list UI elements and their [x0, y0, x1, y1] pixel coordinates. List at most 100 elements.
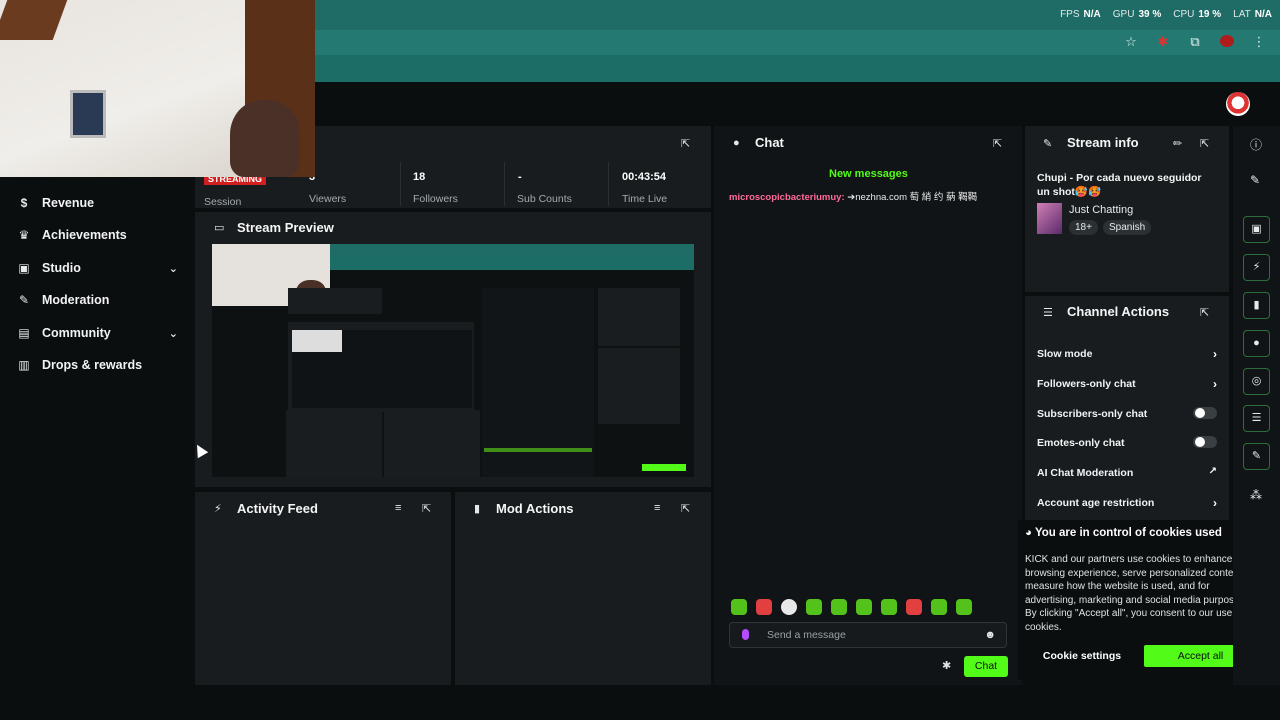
row-label: AI Chat Moderation — [1037, 467, 1134, 479]
community-icon: ▤ — [18, 326, 30, 340]
subs-value: - — [518, 171, 522, 183]
star-icon[interactable]: ☆ — [1124, 34, 1138, 50]
rail-mod-button[interactable]: ▮ — [1243, 292, 1270, 319]
shield-icon: ▮ — [474, 503, 481, 515]
popout-icon[interactable]: ⇱ — [1200, 306, 1209, 319]
webcam-overlay — [0, 0, 315, 177]
sidebar-item-label: Revenue — [42, 196, 95, 210]
followers-only-row[interactable]: Followers-only chat › — [1037, 377, 1217, 391]
emote-icon[interactable] — [956, 599, 972, 615]
emote-icon[interactable] — [856, 599, 872, 615]
tag-badge: Spanish — [1103, 220, 1152, 235]
sidebar-item-drops[interactable]: ▥ Drops & rewards — [18, 358, 178, 372]
creator-sidebar — [0, 177, 195, 687]
microphone-icon[interactable] — [742, 629, 749, 640]
popout-icon[interactable]: ⇱ — [422, 502, 431, 515]
subscribers-only-toggle[interactable] — [1193, 407, 1217, 419]
extension-red-icon[interactable]: ✱ — [1156, 34, 1170, 50]
sliders-icon: ☰ — [1043, 307, 1053, 319]
gear-icon[interactable]: ✱ — [942, 659, 951, 672]
chat-title: Chat — [755, 135, 784, 150]
emote-bar — [731, 599, 972, 615]
popout-icon[interactable]: ⇱ — [1200, 137, 1209, 150]
sidebar-item-moderation[interactable]: ✎ Moderation — [18, 293, 178, 307]
rail-broadcast-button[interactable]: ◎ — [1243, 368, 1270, 395]
shield-icon: ▮ — [1253, 299, 1260, 311]
rail-activity-button[interactable]: ⚡ — [1243, 254, 1270, 281]
rail-preview-button[interactable]: ▣ — [1243, 216, 1270, 243]
subs-label: Sub Counts — [517, 193, 572, 205]
filter-icon[interactable]: ≡ — [395, 502, 401, 514]
popout-icon[interactable]: ⇱ — [681, 137, 690, 150]
category-name: Just Chatting — [1069, 204, 1134, 216]
emotes-only-row: Emotes-only chat — [1037, 436, 1217, 449]
divider — [400, 162, 401, 206]
chat-message-input[interactable]: Send a message ☻ — [729, 622, 1007, 648]
sidebar-item-label: Drops & rewards — [42, 358, 143, 372]
chat-message: microscopicbacteriumuy: ➔nezhna.com 萄 綃 … — [729, 189, 1009, 203]
user-avatar[interactable] — [1226, 92, 1250, 116]
ai-moderation-row[interactable]: AI Chat Moderation ↗ — [1037, 466, 1217, 479]
rail-info-button[interactable]: ☰ — [1243, 405, 1270, 432]
popout-icon[interactable]: ⇱ — [681, 502, 690, 515]
emoji-icon[interactable]: ☻ — [984, 629, 996, 641]
divider — [608, 162, 609, 206]
popout-icon[interactable]: ⇱ — [993, 137, 1002, 150]
preview-icon: ▭ — [214, 222, 225, 234]
sidebar-item-studio[interactable]: ▣ Studio ⌄ — [18, 261, 178, 275]
sidebar-item-revenue[interactable]: $ Revenue — [18, 196, 178, 210]
info-icon[interactable]: ⓘ — [1250, 136, 1262, 153]
chat-bubble-icon: ● — [1253, 337, 1260, 349]
pencil-icon[interactable]: ✎ — [1250, 173, 1260, 187]
profile-icon[interactable] — [1220, 34, 1234, 50]
screen-icon: ▣ — [1251, 223, 1262, 235]
stream-preview-video[interactable] — [212, 244, 694, 477]
emotes-only-toggle[interactable] — [1193, 436, 1217, 448]
rail-chat-button[interactable]: ● — [1243, 330, 1270, 357]
new-messages-indicator[interactable]: New messages — [829, 168, 908, 180]
row-label: Slow mode — [1037, 348, 1093, 360]
external-link-icon: ↗ — [1208, 466, 1217, 477]
sidebar-item-community[interactable]: ▤ Community ⌄ — [18, 326, 178, 340]
performance-overlay: FPS N/A GPU 39 % CPU 19 % LAT N/A — [1060, 9, 1272, 20]
puzzle-icon[interactable]: ⧉ — [1188, 34, 1202, 50]
subscribers-only-row: Subscribers-only chat — [1037, 407, 1217, 420]
bottom-bar — [0, 687, 1280, 720]
cookie-settings-button[interactable]: Cookie settings — [1035, 646, 1129, 666]
chevron-down-icon: ⌄ — [168, 327, 178, 340]
emote-icon[interactable] — [931, 599, 947, 615]
chat-bubble-icon: ● — [733, 137, 740, 149]
slow-mode-row[interactable]: Slow mode › — [1037, 347, 1217, 361]
category-thumbnail — [1037, 203, 1062, 234]
emote-icon[interactable] — [906, 599, 922, 615]
lightning-icon: ⚡ — [1252, 261, 1261, 273]
emote-icon[interactable] — [831, 599, 847, 615]
emote-icon[interactable] — [756, 599, 772, 615]
time-live-label: Time Live — [622, 193, 668, 205]
row-label: Subscribers-only chat — [1037, 408, 1148, 420]
activity-feed-title: Activity Feed — [237, 501, 318, 516]
browser-toolbar-icons: ☆ ✱ ⧉ ⋮ — [1124, 34, 1266, 50]
session-label: Session — [204, 196, 242, 208]
emote-icon[interactable] — [731, 599, 747, 615]
emote-icon[interactable] — [881, 599, 897, 615]
sidebar-item-achievements[interactable]: ♛ Achievements — [18, 228, 178, 242]
filter-icon[interactable]: ≡ — [654, 502, 660, 514]
row-label: Followers-only chat — [1037, 378, 1136, 390]
chat-username[interactable]: microscopicbacteriumuy: — [729, 192, 845, 203]
more-icon[interactable]: ⁂ — [1250, 488, 1262, 502]
emote-icon[interactable] — [806, 599, 822, 615]
menu-dots-icon[interactable]: ⋮ — [1252, 34, 1266, 50]
emote-icon[interactable] — [781, 599, 797, 615]
edit-icon[interactable]: ✏ — [1173, 137, 1182, 150]
followers-value: 18 — [413, 171, 426, 183]
cookie-title: ◕ You are in control of cookies used — [1025, 527, 1222, 539]
stream-preview-title: Stream Preview — [237, 220, 334, 235]
cookie-title-text: You are in control of cookies used — [1034, 527, 1222, 539]
rail-settings-button[interactable]: ✎ — [1243, 443, 1270, 470]
row-label: Emotes-only chat — [1037, 437, 1125, 449]
fps-label: FPS — [1060, 9, 1080, 20]
account-age-row[interactable]: Account age restriction › — [1037, 496, 1217, 510]
chevron-right-icon: › — [1213, 347, 1217, 361]
send-chat-button[interactable]: Chat — [964, 656, 1008, 677]
